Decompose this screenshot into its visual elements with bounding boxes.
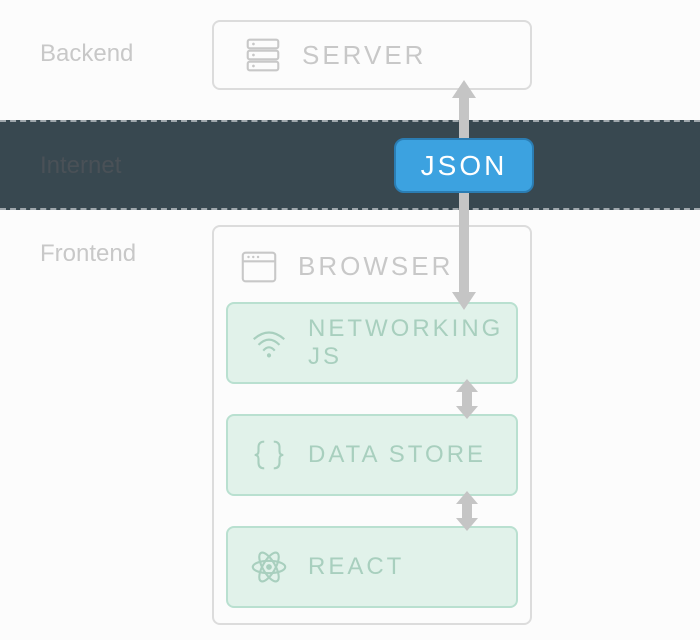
- react-box: REACT: [226, 526, 518, 608]
- arrow-networking-datastore: [456, 379, 478, 419]
- json-badge: JSON: [394, 138, 534, 193]
- wifi-icon: [248, 322, 290, 364]
- server-label: SERVER: [302, 40, 426, 71]
- datastore-box: DATA STORE: [226, 414, 518, 496]
- browser-icon: [238, 246, 280, 288]
- react-icon: [248, 546, 290, 588]
- datastore-label: DATA STORE: [308, 441, 486, 469]
- braces-icon: [248, 434, 290, 476]
- tier-label-backend: Backend: [40, 40, 133, 68]
- arrow-datastore-react: [456, 491, 478, 531]
- networking-box: NETWORKING JS: [226, 302, 518, 384]
- browser-label: BROWSER: [298, 251, 453, 282]
- tier-label-internet: Internet: [40, 152, 121, 180]
- server-box: SERVER: [212, 20, 532, 90]
- tier-label-frontend: Frontend: [40, 240, 136, 268]
- networking-label: NETWORKING JS: [308, 315, 516, 371]
- react-label: REACT: [308, 553, 404, 581]
- arrow-server-browser: [452, 80, 476, 310]
- json-label: JSON: [421, 150, 508, 182]
- server-icon: [242, 34, 284, 76]
- browser-box: BROWSER NETWORKING JS DATA STORE: [212, 225, 532, 625]
